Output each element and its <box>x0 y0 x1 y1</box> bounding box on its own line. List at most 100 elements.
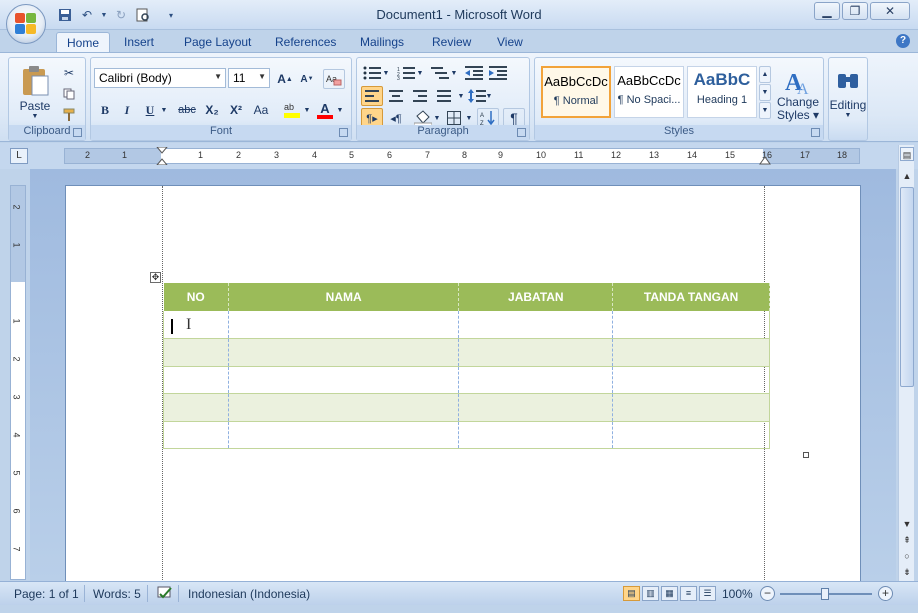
underline-button[interactable]: U <box>141 100 159 120</box>
table-cell[interactable] <box>228 366 460 394</box>
strikethrough-button[interactable]: abc <box>175 100 199 120</box>
view-ruler-icon[interactable]: ▤ <box>900 147 914 161</box>
web-layout-icon[interactable]: ▦ <box>661 586 678 601</box>
horizontal-ruler[interactable]: 2 1 1 2 3 4 5 6 7 8 9 10 11 12 13 14 15 … <box>64 147 860 165</box>
table-cell[interactable] <box>458 393 614 422</box>
grow-font-button[interactable]: A ▲ <box>275 69 295 89</box>
vertical-scrollbar[interactable]: ▤ ▲ ▼ ⇞ ○ ⇟ <box>898 145 914 581</box>
styles-dialog-launcher[interactable] <box>811 128 820 137</box>
table-resize-handle[interactable] <box>803 452 809 458</box>
shrink-font-button[interactable]: A ▼ <box>297 69 317 89</box>
page-count[interactable]: Page: 1 of 1 <box>14 587 79 601</box>
scroll-up-icon[interactable]: ▲ <box>900 169 914 183</box>
table-cell[interactable] <box>458 311 614 339</box>
scroll-down-icon[interactable]: ▼ <box>900 517 914 531</box>
bold-button[interactable]: B <box>96 100 114 120</box>
increase-indent-icon[interactable] <box>487 63 509 83</box>
align-left-icon[interactable] <box>361 86 383 106</box>
tab-references[interactable]: References <box>265 32 346 52</box>
change-case-button[interactable]: Aa <box>249 100 273 120</box>
font-size-combo[interactable]: 11 ▼ <box>228 68 270 88</box>
justify-icon[interactable] <box>433 86 455 106</box>
change-styles-button[interactable]: AA Change Styles ▾ <box>775 62 821 126</box>
shading-dropdown-icon[interactable]: ▼ <box>433 112 441 124</box>
paste-dropdown-icon[interactable]: ▼ <box>32 113 39 120</box>
table-cell[interactable] <box>228 311 460 339</box>
table-cell[interactable] <box>163 311 229 339</box>
text-highlight-icon[interactable]: ab <box>281 100 303 120</box>
paste-button[interactable]: Paste ▼ <box>15 62 55 122</box>
format-painter-icon[interactable] <box>59 106 79 124</box>
tab-mailings[interactable]: Mailings <box>350 32 414 52</box>
clipboard-dialog-launcher[interactable] <box>73 128 82 137</box>
style-heading-1[interactable]: AaBbC Heading 1 <box>687 66 757 118</box>
vertical-ruler[interactable]: 2 1 1 2 3 4 5 6 7 <box>10 185 26 580</box>
numbering-icon[interactable]: 123 ▼ <box>395 63 425 83</box>
right-indent-marker-icon[interactable] <box>759 153 771 165</box>
align-center-icon[interactable] <box>385 86 407 106</box>
styles-scroll-up-icon[interactable]: ▲ <box>759 66 771 83</box>
table-cell[interactable] <box>163 366 229 394</box>
cut-icon[interactable]: ✂ <box>59 64 79 82</box>
zoom-in-button[interactable]: + <box>878 586 893 601</box>
font-name-combo[interactable]: Calibri (Body) ▼ <box>94 68 226 88</box>
table-header-cell[interactable]: NAMA <box>228 283 460 311</box>
tab-page-layout[interactable]: Page Layout <box>174 32 261 52</box>
close-button[interactable]: ✕ <box>870 2 910 20</box>
maximize-button[interactable]: ❐ <box>842 2 868 20</box>
table-cell[interactable] <box>228 393 460 422</box>
minimize-button[interactable]: ▁ <box>814 2 840 20</box>
borders-dropdown-icon[interactable]: ▼ <box>465 112 473 124</box>
table-cell[interactable] <box>612 421 770 449</box>
table-header-cell[interactable]: JABATAN <box>458 283 614 311</box>
document-page[interactable]: ✥ NO NAMA JABATAN TANDA TANGAN I <box>65 185 861 581</box>
clear-formatting-icon[interactable]: Aa <box>323 69 345 89</box>
table-header-cell[interactable]: NO <box>163 283 229 311</box>
outline-view-icon[interactable]: ≡ <box>680 586 697 601</box>
font-color-button[interactable]: A <box>315 100 335 120</box>
style-no-spacing[interactable]: AaBbCcDc ¶ No Spaci... <box>614 66 684 118</box>
table-cell[interactable] <box>612 366 770 394</box>
draft-view-icon[interactable]: ☰ <box>699 586 716 601</box>
indent-marker-icon[interactable] <box>156 147 168 165</box>
bullets-icon[interactable]: ▼ <box>361 63 391 83</box>
decrease-indent-icon[interactable] <box>463 63 485 83</box>
previous-page-icon[interactable]: ⇞ <box>900 533 914 547</box>
tab-home[interactable]: Home <box>56 32 111 52</box>
table-cell[interactable] <box>458 366 614 394</box>
next-page-icon[interactable]: ⇟ <box>900 565 914 579</box>
tab-insert[interactable]: Insert <box>114 32 164 52</box>
tab-selector-button[interactable]: L <box>10 148 28 164</box>
table-cell[interactable] <box>612 311 770 339</box>
office-button[interactable] <box>6 4 46 44</box>
line-spacing-icon[interactable]: ▼ <box>465 86 495 106</box>
subscript-button[interactable]: X₂ <box>201 100 223 120</box>
select-browse-object-icon[interactable]: ○ <box>900 549 914 563</box>
zoom-level[interactable]: 100% <box>722 587 753 601</box>
table-cell[interactable] <box>163 338 229 367</box>
table-cell[interactable] <box>163 393 229 422</box>
copy-icon[interactable] <box>59 85 79 103</box>
full-screen-reading-icon[interactable]: ▥ <box>642 586 659 601</box>
table-cell[interactable] <box>458 338 614 367</box>
underline-dropdown-icon[interactable]: ▼ <box>160 104 168 116</box>
justify-dropdown-icon[interactable]: ▼ <box>457 90 465 102</box>
table-move-handle-icon[interactable]: ✥ <box>150 272 161 283</box>
table-cell[interactable] <box>163 421 229 449</box>
align-right-icon[interactable] <box>409 86 431 106</box>
word-count[interactable]: Words: 5 <box>93 587 141 601</box>
tab-review[interactable]: Review <box>422 32 481 52</box>
table-cell[interactable] <box>228 421 460 449</box>
multilevel-list-icon[interactable]: ▼ <box>429 63 459 83</box>
proofing-icon[interactable] <box>156 585 174 604</box>
styles-more-icon[interactable]: ▼ <box>759 102 771 119</box>
zoom-out-button[interactable]: − <box>760 586 775 601</box>
styles-scroll-down-icon[interactable]: ▼ <box>759 84 771 101</box>
table-header-cell[interactable]: TANDA TANGAN <box>612 283 770 311</box>
font-dialog-launcher[interactable] <box>339 128 348 137</box>
print-layout-view-icon[interactable]: ▤ <box>623 586 640 601</box>
highlight-dropdown-icon[interactable]: ▼ <box>303 104 311 116</box>
language-indicator[interactable]: Indonesian (Indonesia) <box>188 587 310 601</box>
scroll-thumb[interactable] <box>900 187 914 387</box>
style-normal[interactable]: AaBbCcDc ¶ Normal <box>541 66 611 118</box>
